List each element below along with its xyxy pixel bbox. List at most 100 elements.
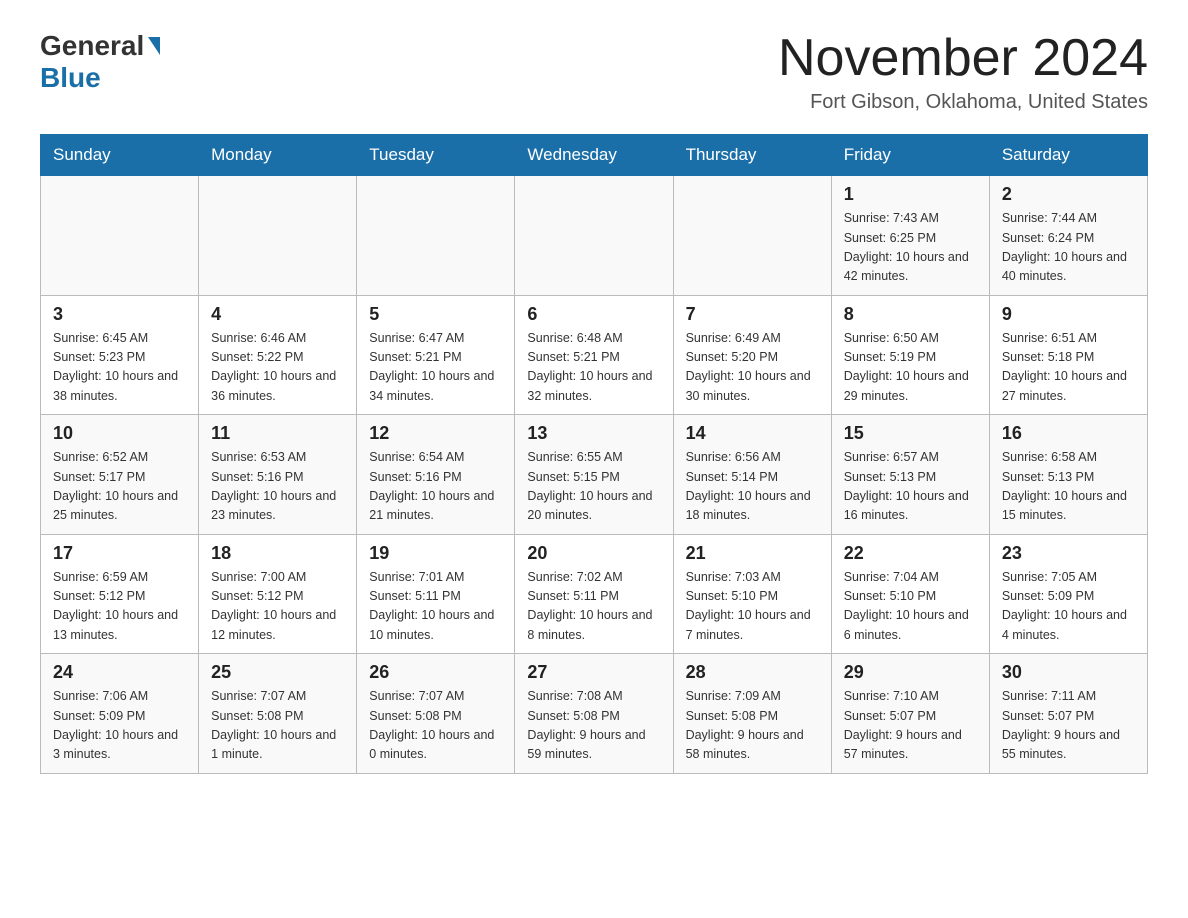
day-info: Sunrise: 7:06 AMSunset: 5:09 PMDaylight:… <box>53 687 186 765</box>
day-info: Sunrise: 6:51 AMSunset: 5:18 PMDaylight:… <box>1002 329 1135 407</box>
header-friday: Friday <box>831 135 989 176</box>
calendar-cell-w5-d2: 25 Sunrise: 7:07 AMSunset: 5:08 PMDaylig… <box>199 654 357 774</box>
header-sunday: Sunday <box>41 135 199 176</box>
day-info: Sunrise: 6:46 AMSunset: 5:22 PMDaylight:… <box>211 329 344 407</box>
calendar-cell-w2-d4: 6 Sunrise: 6:48 AMSunset: 5:21 PMDayligh… <box>515 295 673 415</box>
title-area: November 2024 Fort Gibson, Oklahoma, Uni… <box>778 30 1148 114</box>
logo-general: General <box>40 30 144 62</box>
weekday-header-row: Sunday Monday Tuesday Wednesday Thursday… <box>41 135 1148 176</box>
calendar-subtitle: Fort Gibson, Oklahoma, United States <box>778 91 1148 114</box>
calendar-cell-w2-d3: 5 Sunrise: 6:47 AMSunset: 5:21 PMDayligh… <box>357 295 515 415</box>
day-info: Sunrise: 6:45 AMSunset: 5:23 PMDaylight:… <box>53 329 186 407</box>
page-header: General Blue November 2024 Fort Gibson, … <box>40 30 1148 114</box>
logo: General Blue <box>40 30 162 94</box>
day-number: 19 <box>369 543 502 564</box>
calendar-cell-w5-d6: 29 Sunrise: 7:10 AMSunset: 5:07 PMDaylig… <box>831 654 989 774</box>
calendar-cell-w1-d5 <box>673 176 831 296</box>
calendar-week-1: 1 Sunrise: 7:43 AMSunset: 6:25 PMDayligh… <box>41 176 1148 296</box>
day-number: 17 <box>53 543 186 564</box>
logo-blue: Blue <box>40 62 101 94</box>
calendar-cell-w3-d2: 11 Sunrise: 6:53 AMSunset: 5:16 PMDaylig… <box>199 415 357 535</box>
calendar-cell-w4-d7: 23 Sunrise: 7:05 AMSunset: 5:09 PMDaylig… <box>989 534 1147 654</box>
calendar-week-3: 10 Sunrise: 6:52 AMSunset: 5:17 PMDaylig… <box>41 415 1148 535</box>
day-info: Sunrise: 7:03 AMSunset: 5:10 PMDaylight:… <box>686 568 819 646</box>
calendar-week-4: 17 Sunrise: 6:59 AMSunset: 5:12 PMDaylig… <box>41 534 1148 654</box>
calendar-cell-w1-d4 <box>515 176 673 296</box>
day-info: Sunrise: 7:01 AMSunset: 5:11 PMDaylight:… <box>369 568 502 646</box>
calendar-cell-w2-d1: 3 Sunrise: 6:45 AMSunset: 5:23 PMDayligh… <box>41 295 199 415</box>
day-info: Sunrise: 7:09 AMSunset: 5:08 PMDaylight:… <box>686 687 819 765</box>
calendar-title: November 2024 <box>778 30 1148 87</box>
calendar-cell-w5-d5: 28 Sunrise: 7:09 AMSunset: 5:08 PMDaylig… <box>673 654 831 774</box>
header-saturday: Saturday <box>989 135 1147 176</box>
header-thursday: Thursday <box>673 135 831 176</box>
calendar-cell-w2-d2: 4 Sunrise: 6:46 AMSunset: 5:22 PMDayligh… <box>199 295 357 415</box>
day-number: 25 <box>211 662 344 683</box>
day-number: 8 <box>844 304 977 325</box>
day-number: 10 <box>53 423 186 444</box>
day-info: Sunrise: 7:05 AMSunset: 5:09 PMDaylight:… <box>1002 568 1135 646</box>
day-number: 12 <box>369 423 502 444</box>
header-wednesday: Wednesday <box>515 135 673 176</box>
day-info: Sunrise: 7:04 AMSunset: 5:10 PMDaylight:… <box>844 568 977 646</box>
day-info: Sunrise: 7:11 AMSunset: 5:07 PMDaylight:… <box>1002 687 1135 765</box>
calendar-cell-w1-d6: 1 Sunrise: 7:43 AMSunset: 6:25 PMDayligh… <box>831 176 989 296</box>
calendar-cell-w5-d7: 30 Sunrise: 7:11 AMSunset: 5:07 PMDaylig… <box>989 654 1147 774</box>
day-info: Sunrise: 6:58 AMSunset: 5:13 PMDaylight:… <box>1002 448 1135 526</box>
day-number: 22 <box>844 543 977 564</box>
day-info: Sunrise: 7:02 AMSunset: 5:11 PMDaylight:… <box>527 568 660 646</box>
day-info: Sunrise: 6:56 AMSunset: 5:14 PMDaylight:… <box>686 448 819 526</box>
calendar-cell-w2-d6: 8 Sunrise: 6:50 AMSunset: 5:19 PMDayligh… <box>831 295 989 415</box>
calendar-cell-w2-d5: 7 Sunrise: 6:49 AMSunset: 5:20 PMDayligh… <box>673 295 831 415</box>
day-number: 2 <box>1002 184 1135 205</box>
day-info: Sunrise: 7:07 AMSunset: 5:08 PMDaylight:… <box>211 687 344 765</box>
day-number: 9 <box>1002 304 1135 325</box>
calendar-week-2: 3 Sunrise: 6:45 AMSunset: 5:23 PMDayligh… <box>41 295 1148 415</box>
calendar-cell-w4-d1: 17 Sunrise: 6:59 AMSunset: 5:12 PMDaylig… <box>41 534 199 654</box>
day-info: Sunrise: 7:08 AMSunset: 5:08 PMDaylight:… <box>527 687 660 765</box>
day-number: 1 <box>844 184 977 205</box>
calendar-cell-w1-d2 <box>199 176 357 296</box>
calendar-cell-w1-d3 <box>357 176 515 296</box>
day-number: 14 <box>686 423 819 444</box>
day-info: Sunrise: 6:50 AMSunset: 5:19 PMDaylight:… <box>844 329 977 407</box>
day-info: Sunrise: 6:48 AMSunset: 5:21 PMDaylight:… <box>527 329 660 407</box>
calendar-cell-w3-d5: 14 Sunrise: 6:56 AMSunset: 5:14 PMDaylig… <box>673 415 831 535</box>
calendar-cell-w4-d2: 18 Sunrise: 7:00 AMSunset: 5:12 PMDaylig… <box>199 534 357 654</box>
day-info: Sunrise: 6:49 AMSunset: 5:20 PMDaylight:… <box>686 329 819 407</box>
day-info: Sunrise: 6:53 AMSunset: 5:16 PMDaylight:… <box>211 448 344 526</box>
day-number: 30 <box>1002 662 1135 683</box>
day-number: 5 <box>369 304 502 325</box>
calendar-cell-w4-d3: 19 Sunrise: 7:01 AMSunset: 5:11 PMDaylig… <box>357 534 515 654</box>
day-number: 13 <box>527 423 660 444</box>
header-tuesday: Tuesday <box>357 135 515 176</box>
calendar-cell-w4-d6: 22 Sunrise: 7:04 AMSunset: 5:10 PMDaylig… <box>831 534 989 654</box>
calendar-cell-w4-d5: 21 Sunrise: 7:03 AMSunset: 5:10 PMDaylig… <box>673 534 831 654</box>
day-number: 7 <box>686 304 819 325</box>
calendar-cell-w1-d7: 2 Sunrise: 7:44 AMSunset: 6:24 PMDayligh… <box>989 176 1147 296</box>
day-info: Sunrise: 7:10 AMSunset: 5:07 PMDaylight:… <box>844 687 977 765</box>
day-info: Sunrise: 7:07 AMSunset: 5:08 PMDaylight:… <box>369 687 502 765</box>
day-info: Sunrise: 6:54 AMSunset: 5:16 PMDaylight:… <box>369 448 502 526</box>
day-number: 15 <box>844 423 977 444</box>
day-number: 28 <box>686 662 819 683</box>
day-number: 4 <box>211 304 344 325</box>
calendar-table: Sunday Monday Tuesday Wednesday Thursday… <box>40 134 1148 774</box>
logo-text: General <box>40 30 162 62</box>
calendar-cell-w2-d7: 9 Sunrise: 6:51 AMSunset: 5:18 PMDayligh… <box>989 295 1147 415</box>
day-info: Sunrise: 7:44 AMSunset: 6:24 PMDaylight:… <box>1002 209 1135 287</box>
day-number: 20 <box>527 543 660 564</box>
calendar-cell-w5-d1: 24 Sunrise: 7:06 AMSunset: 5:09 PMDaylig… <box>41 654 199 774</box>
day-info: Sunrise: 6:57 AMSunset: 5:13 PMDaylight:… <box>844 448 977 526</box>
day-number: 3 <box>53 304 186 325</box>
day-number: 11 <box>211 423 344 444</box>
day-info: Sunrise: 7:00 AMSunset: 5:12 PMDaylight:… <box>211 568 344 646</box>
day-number: 27 <box>527 662 660 683</box>
day-info: Sunrise: 6:59 AMSunset: 5:12 PMDaylight:… <box>53 568 186 646</box>
day-info: Sunrise: 6:55 AMSunset: 5:15 PMDaylight:… <box>527 448 660 526</box>
calendar-cell-w5-d4: 27 Sunrise: 7:08 AMSunset: 5:08 PMDaylig… <box>515 654 673 774</box>
day-info: Sunrise: 6:52 AMSunset: 5:17 PMDaylight:… <box>53 448 186 526</box>
calendar-cell-w3-d1: 10 Sunrise: 6:52 AMSunset: 5:17 PMDaylig… <box>41 415 199 535</box>
day-number: 29 <box>844 662 977 683</box>
day-number: 23 <box>1002 543 1135 564</box>
